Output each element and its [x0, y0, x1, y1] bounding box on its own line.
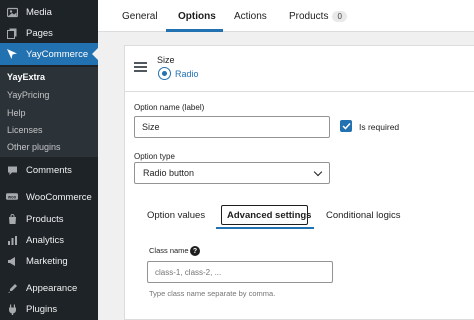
sidebar-item-marketing[interactable]: Marketing	[0, 250, 98, 272]
sidebar-item-products[interactable]: Products	[0, 208, 98, 230]
tab-products[interactable]: Products 0	[289, 11, 347, 22]
active-arrow-icon	[92, 48, 98, 60]
sidebar-item-appearance[interactable]: Appearance	[0, 277, 98, 299]
sidebar-item-label: Appearance	[26, 282, 78, 294]
option-type-value: Radio button	[143, 168, 195, 178]
analytics-icon	[6, 234, 18, 246]
option-type-badge: Radio	[175, 69, 199, 79]
admin-sidebar: Media Pages YayCommerce YayExtra YayPric…	[0, 0, 98, 320]
yaycommerce-icon	[6, 48, 18, 60]
option-name-label: Option name (label)	[134, 103, 205, 112]
media-icon	[6, 6, 18, 18]
chevron-down-icon	[313, 167, 323, 177]
sidebar-item-label: Analytics	[26, 234, 65, 246]
appearance-icon	[6, 282, 18, 294]
tab-products-label: Products	[289, 11, 329, 22]
is-required-checkbox[interactable]	[340, 120, 352, 132]
drag-handle-icon[interactable]	[134, 62, 147, 72]
pages-icon	[6, 27, 18, 39]
sidebar-item-plugins[interactable]: Plugins	[0, 298, 98, 320]
checkmark-icon	[341, 122, 351, 130]
option-type-select[interactable]: Radio button	[134, 162, 330, 184]
submenu-item-licenses[interactable]: Licenses	[7, 125, 43, 135]
marketing-icon	[6, 255, 18, 267]
yaycommerce-submenu: YayExtra YayPricing Help Licenses Other …	[0, 67, 98, 157]
class-name-input[interactable]	[147, 261, 333, 283]
active-subtab-indicator	[216, 227, 314, 229]
radio-type-icon	[158, 67, 171, 80]
sidebar-item-comments[interactable]: Comments	[0, 159, 98, 181]
panel-divider	[124, 91, 474, 92]
sidebar-item-media[interactable]: Media	[0, 1, 98, 23]
option-title: Size	[157, 55, 175, 65]
sidebar-item-label: Pages	[26, 27, 53, 39]
sidebar-item-label: Marketing	[26, 255, 68, 267]
sidebar-item-label: Plugins	[26, 303, 58, 315]
sidebar-item-yaycommerce[interactable]: YayCommerce	[0, 43, 98, 65]
sidebar-item-pages[interactable]: Pages	[0, 22, 98, 44]
option-type-label: Option type	[134, 152, 175, 161]
plugins-icon	[6, 303, 18, 315]
sidebar-item-label: YayCommerce	[26, 48, 89, 60]
active-tab-indicator	[166, 29, 223, 32]
sidebar-item-label: Media	[26, 6, 52, 18]
sidebar-item-label: WooCommerce	[26, 191, 92, 203]
tab-actions[interactable]: Actions	[234, 11, 267, 22]
submenu-item-other-plugins[interactable]: Other plugins	[7, 142, 61, 152]
help-icon[interactable]: ?	[190, 246, 200, 256]
option-name-input[interactable]	[134, 116, 330, 138]
products-icon	[6, 213, 18, 225]
submenu-item-help[interactable]: Help	[7, 108, 26, 118]
sidebar-item-label: Products	[26, 213, 64, 225]
tab-general[interactable]: General	[122, 11, 158, 22]
subtab-option-values[interactable]: Option values	[147, 210, 205, 221]
is-required-label: Is required	[359, 122, 400, 132]
svg-text:woo: woo	[7, 194, 17, 199]
sidebar-item-label: Comments	[26, 164, 72, 176]
settings-tabs: General Options Actions Products 0	[98, 0, 474, 32]
submenu-item-yaypricing[interactable]: YayPricing	[7, 90, 49, 100]
woocommerce-icon: woo	[6, 191, 18, 203]
class-name-label: Class name	[149, 246, 189, 255]
products-count-badge: 0	[332, 11, 347, 22]
tab-options[interactable]: Options	[178, 11, 216, 22]
comments-icon	[6, 164, 18, 176]
submenu-item-yayextra[interactable]: YayExtra	[7, 72, 45, 82]
class-name-hint: Type class name separate by comma.	[149, 289, 276, 298]
sidebar-item-analytics[interactable]: Analytics	[0, 229, 98, 251]
subtab-conditional-logics[interactable]: Conditional logics	[326, 210, 400, 221]
subtab-advanced-settings[interactable]: Advanced settings	[227, 210, 311, 221]
sidebar-item-woocommerce[interactable]: woo WooCommerce	[0, 186, 98, 208]
